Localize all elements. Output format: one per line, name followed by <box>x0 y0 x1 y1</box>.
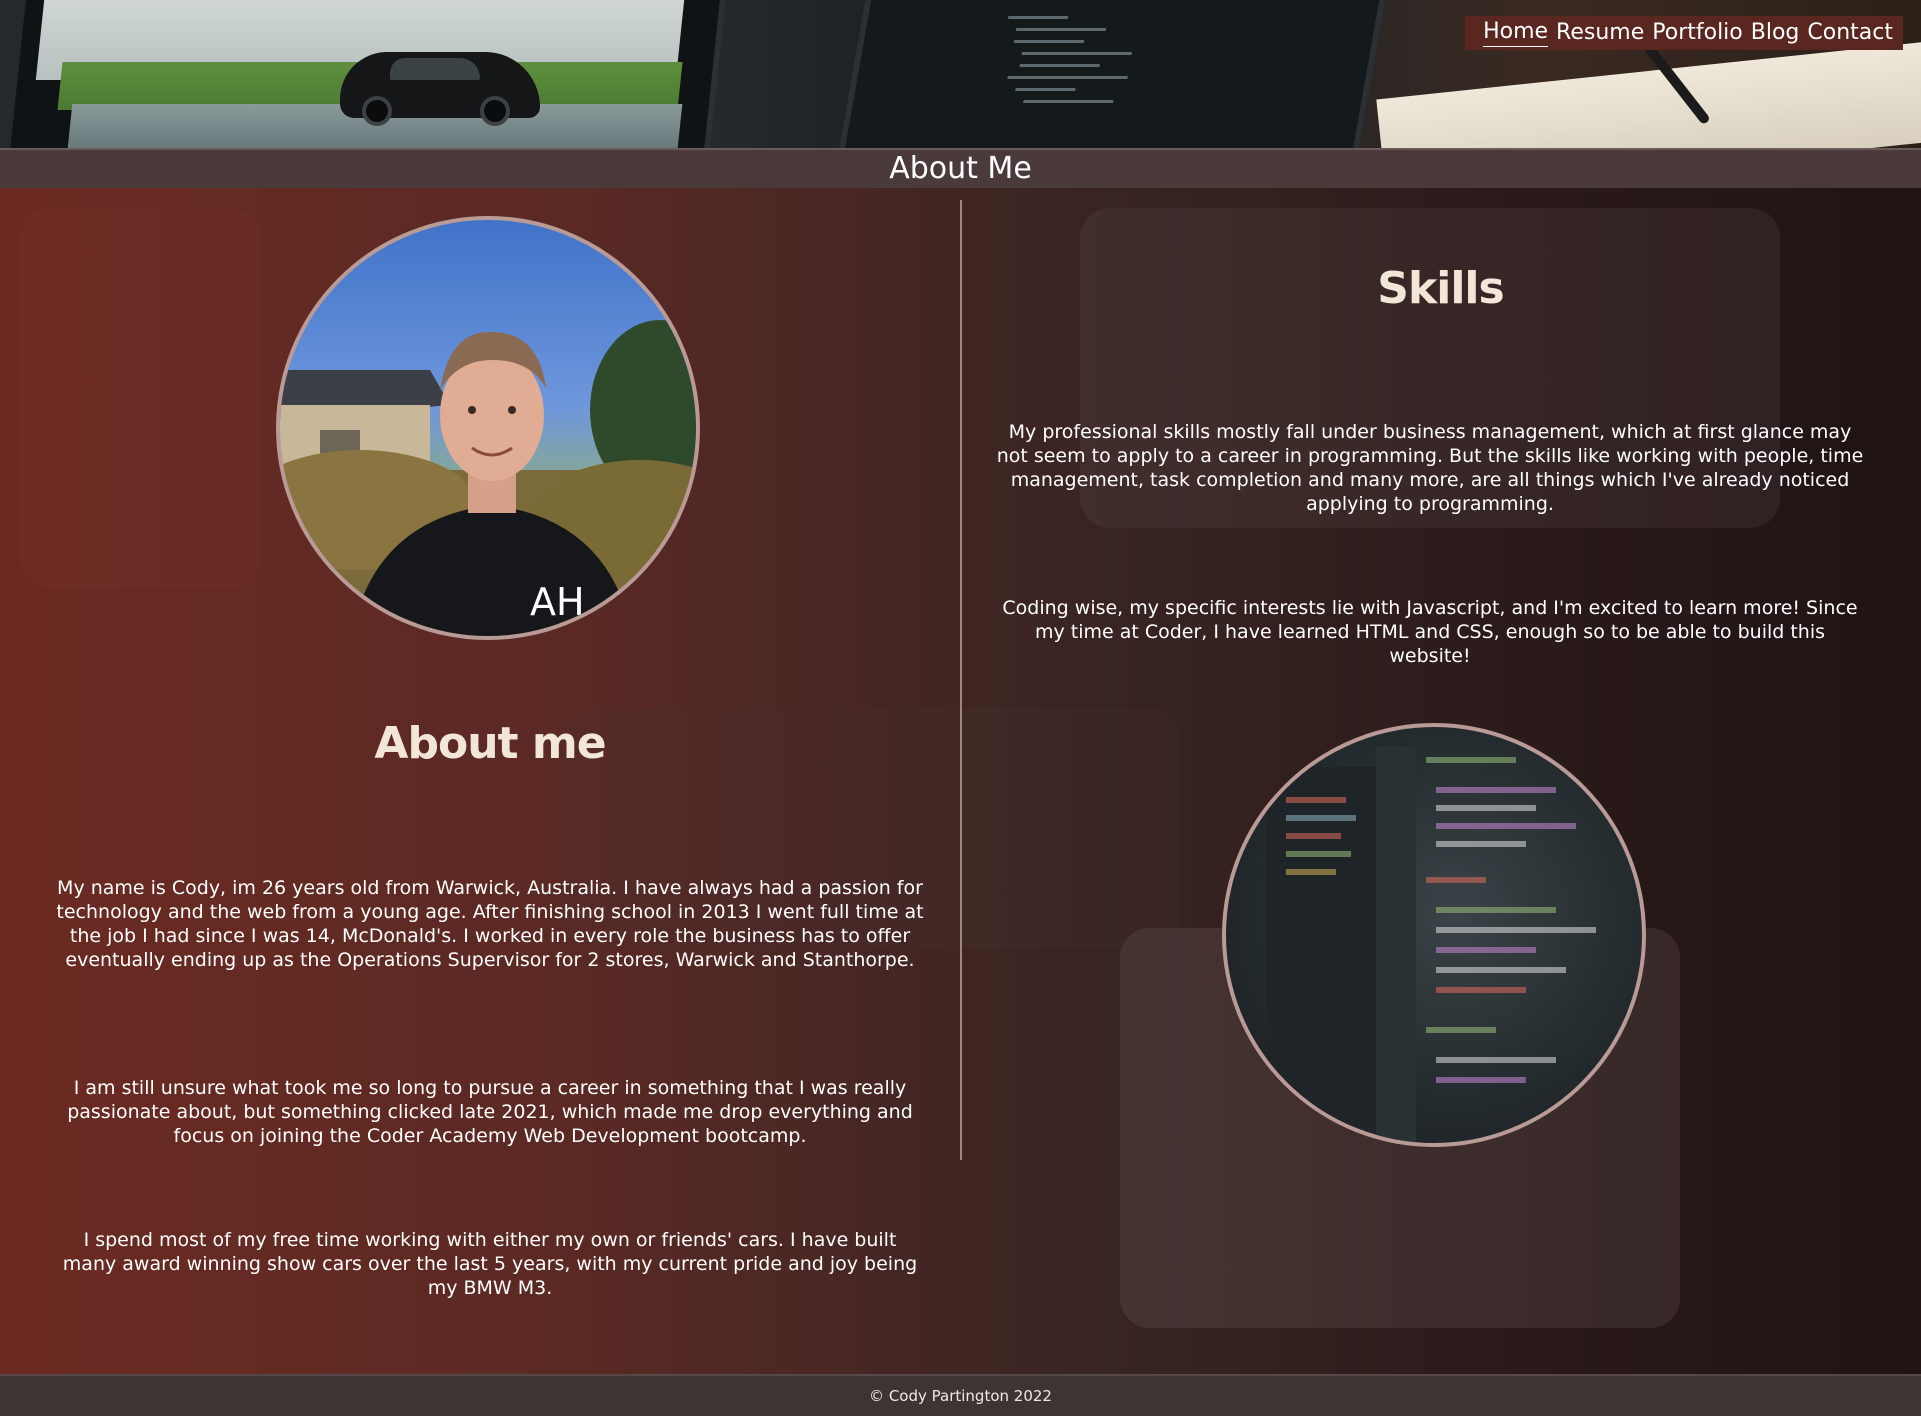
person-photo-icon: AH <box>280 320 696 636</box>
profile-photo: AH <box>276 216 700 640</box>
code-screen-photo <box>1222 723 1646 1147</box>
nav-resume[interactable]: Resume <box>1556 20 1644 47</box>
car-wheel <box>362 96 392 126</box>
banner-laptop-right <box>837 0 1387 148</box>
skills-paragraph: Coding wise, my specific interests lie w… <box>1002 597 1858 667</box>
svg-text:AH: AH <box>530 580 585 624</box>
about-paragraph: I spend most of my free time working wit… <box>62 1229 918 1299</box>
column-divider <box>960 200 962 1160</box>
main-content: AH About me My name is Cody, im 26 years… <box>0 188 1921 1374</box>
about-paragraph: I am still unsure what took me so long t… <box>67 1077 913 1147</box>
header-banner: Home Resume Portfolio Blog Contact <box>0 0 1921 148</box>
main-nav: Home Resume Portfolio Blog Contact <box>1465 16 1903 50</box>
footer-copyright: © Cody Partington 2022 <box>869 1387 1052 1405</box>
nav-contact[interactable]: Contact <box>1807 20 1893 47</box>
car-wheel <box>480 96 510 126</box>
about-paragraph: My name is Cody, im 26 years old from Wa… <box>56 877 924 971</box>
page-title: About Me <box>889 151 1032 186</box>
skills-heading: Skills <box>1377 263 1504 314</box>
skills-paragraph: My professional skills mostly fall under… <box>996 421 1864 515</box>
nav-portfolio[interactable]: Portfolio <box>1652 20 1743 47</box>
nav-home[interactable]: Home <box>1483 19 1549 47</box>
code-editor-icon <box>1266 747 1596 1143</box>
banner-car <box>340 52 540 126</box>
page-title-bar: About Me <box>0 148 1921 188</box>
about-heading: About me <box>374 718 606 769</box>
nav-blog[interactable]: Blog <box>1751 20 1800 47</box>
footer: © Cody Partington 2022 <box>0 1374 1921 1416</box>
